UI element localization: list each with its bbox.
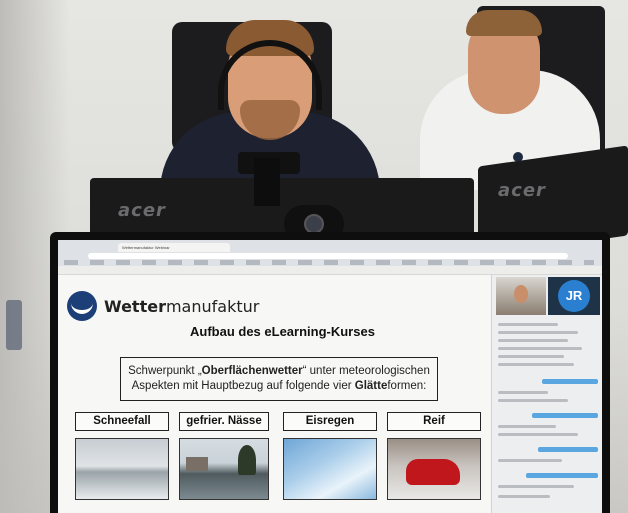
participant-video[interactable] <box>496 277 546 315</box>
focus-keyword: Glätte <box>354 380 388 392</box>
focus-text: Aspekten mit Hauptbezug auf folgende vie… <box>131 380 355 392</box>
participant-tile[interactable]: JR <box>548 277 600 315</box>
monitor-brand-left: acer <box>118 200 166 221</box>
participant-list-item[interactable] <box>498 363 574 366</box>
chat-message <box>498 485 574 488</box>
slide-title: Aufbau des eLearning-Kurses <box>190 324 375 339</box>
participant-list-item[interactable] <box>498 331 578 334</box>
desk-object <box>6 300 22 350</box>
brand-name-bold: Wetter <box>104 297 166 316</box>
tree-shape <box>238 445 256 475</box>
focus-text: “ unter meteorologischen <box>302 365 430 377</box>
brand-name: Wettermanufaktur <box>104 297 259 316</box>
meeting-toolbar <box>58 266 602 275</box>
focus-statement: Schwerpunkt „Oberflächenwetter“ unter me… <box>120 357 438 401</box>
monitor-brand-right: acer <box>498 180 546 201</box>
snowfall-photo <box>75 438 169 500</box>
browser-tab-title: Wettermanufaktur Webinar <box>122 245 170 250</box>
brand-name-rest: manufaktur <box>165 297 260 316</box>
wet-road-photo <box>179 438 269 500</box>
presentation-slide: Wettermanufaktur Aufbau des eLearning-Ku… <box>58 275 490 513</box>
chat-message <box>538 447 598 452</box>
category-label: Schneefall <box>75 412 169 431</box>
focus-text: Schwerpunkt „ <box>128 365 202 377</box>
chat-message <box>498 399 568 402</box>
address-bar[interactable] <box>88 253 568 259</box>
frost-car-photo <box>387 438 481 500</box>
webcam-stand <box>254 158 280 206</box>
webcam-lens <box>304 214 324 234</box>
chat-message <box>532 413 598 418</box>
bookmarks-bar[interactable] <box>64 260 594 265</box>
chat-message <box>526 473 598 478</box>
observer-hair <box>466 10 542 36</box>
focus-keyword: Oberflächenwetter <box>201 365 303 377</box>
focus-text: formen: <box>387 380 427 392</box>
category-label: Eisregen <box>283 412 377 431</box>
category-label: gefrier. Nässe <box>179 412 269 431</box>
participant-list-item[interactable] <box>498 355 564 358</box>
category-label: Reif <box>387 412 481 431</box>
chat-message <box>498 433 578 436</box>
photo-scene: acer acer Wettermanufaktur Webinar Wette… <box>0 0 628 513</box>
freezing-rain-photo <box>283 438 377 500</box>
participant-list-item[interactable] <box>498 323 558 326</box>
participant-face <box>514 285 528 303</box>
chat-message <box>498 425 556 428</box>
participant-list-item[interactable] <box>498 339 568 342</box>
participant-list-item[interactable] <box>498 347 582 350</box>
browser-tab[interactable]: Wettermanufaktur Webinar <box>118 243 230 252</box>
chat-message <box>498 459 562 462</box>
chat-message <box>498 495 550 498</box>
house-shape <box>186 457 208 471</box>
browser-chrome: Wettermanufaktur Webinar <box>58 240 602 266</box>
red-car-shape <box>406 459 460 485</box>
avatar: JR <box>558 280 590 312</box>
monitor-screen: Wettermanufaktur Webinar Wettermanufaktu… <box>58 240 602 513</box>
chat-message <box>542 379 598 384</box>
meeting-sidebar: JR <box>491 275 602 513</box>
wave-logo-icon <box>67 291 97 321</box>
chat-message <box>498 391 548 394</box>
